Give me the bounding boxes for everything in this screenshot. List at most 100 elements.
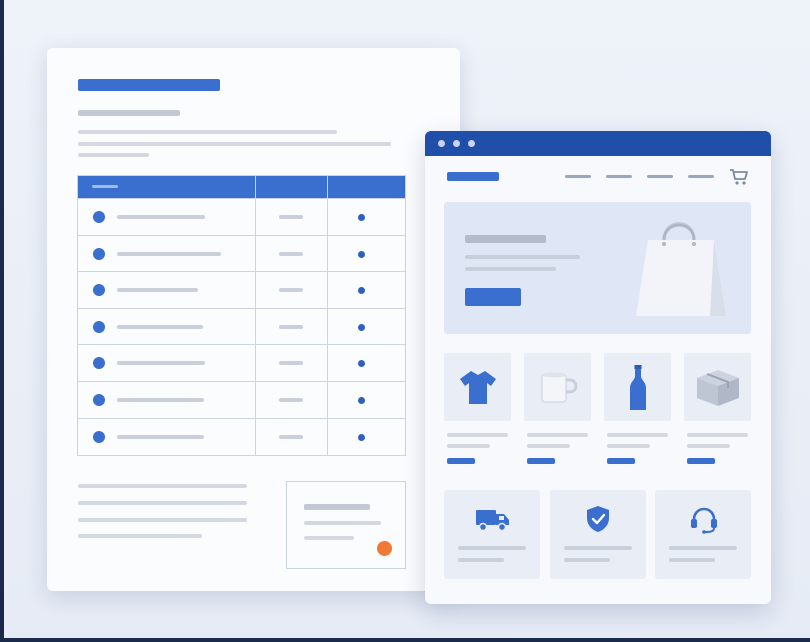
service-card-delivery[interactable]: [444, 490, 540, 579]
row-indicator-dot: [358, 250, 365, 258]
table-row: [78, 198, 405, 235]
product-card[interactable]: [444, 353, 511, 421]
text-line: [78, 153, 149, 157]
text-line: [458, 546, 526, 550]
hero-banner: [444, 202, 751, 334]
mug-icon: [538, 370, 578, 406]
row-text: [117, 288, 198, 293]
service-card-support[interactable]: [655, 490, 751, 579]
text-line: [78, 501, 247, 505]
product-price: [607, 458, 635, 464]
product-price: [447, 458, 475, 464]
text-line: [564, 546, 632, 550]
product-card[interactable]: [684, 353, 751, 421]
document-subtitle-bar: [78, 110, 180, 116]
signature-box: [286, 481, 406, 569]
hero-cta-button[interactable]: [465, 288, 521, 306]
table-row: [78, 271, 405, 308]
row-indicator-dot: [358, 433, 365, 441]
row-status-dot: [93, 320, 105, 333]
text-line: [78, 518, 247, 522]
row-value: [279, 434, 303, 439]
nav-link[interactable]: [565, 175, 591, 178]
document-page: [47, 48, 460, 591]
text-line: [465, 255, 580, 259]
table-row: [78, 417, 405, 455]
row-text: [117, 398, 204, 402]
text-line: [78, 130, 337, 134]
row-status-dot: [93, 394, 105, 406]
box-icon: [695, 368, 741, 408]
nav-link[interactable]: [606, 175, 632, 178]
product-desc: [527, 444, 570, 448]
row-status-dot: [93, 430, 105, 443]
row-status-dot: [93, 247, 105, 260]
stamp-dot: [377, 541, 392, 556]
table-row: [78, 234, 405, 272]
row-text: [117, 324, 203, 329]
text-line: [458, 558, 504, 562]
headset-icon: [689, 506, 719, 534]
row-text: [117, 361, 205, 366]
text-line: [304, 521, 381, 525]
hero-title-bar: [465, 235, 546, 243]
product-desc: [687, 444, 730, 448]
window-titlebar: [425, 131, 771, 156]
document-title-bar: [78, 79, 220, 91]
window-control-dot[interactable]: [453, 140, 460, 147]
row-value: [279, 251, 303, 256]
text-line: [304, 536, 354, 540]
document-table: [77, 175, 406, 456]
text-line: [465, 267, 556, 271]
product-name: [447, 433, 508, 437]
product-name: [687, 433, 748, 437]
text-line: [78, 534, 202, 538]
row-text: [117, 251, 221, 256]
text-line: [669, 558, 715, 562]
product-card[interactable]: [604, 353, 671, 421]
row-status-dot: [93, 357, 105, 370]
product-desc: [447, 444, 490, 448]
window-control-dot[interactable]: [438, 140, 445, 147]
shopping-cart-icon[interactable]: [729, 168, 749, 186]
shopping-bag-icon: [634, 214, 732, 322]
table-row: [78, 307, 405, 345]
illustration-frame: [0, 0, 810, 642]
text-line: [564, 558, 610, 562]
t-shirt-icon: [458, 367, 498, 407]
nav-link[interactable]: [688, 175, 714, 178]
signature-title-bar: [304, 504, 370, 510]
row-indicator-dot: [358, 323, 365, 331]
row-value: [279, 361, 303, 366]
product-price: [687, 458, 715, 464]
browser-window: [425, 131, 771, 604]
shield-check-icon: [586, 505, 610, 533]
row-indicator-dot: [358, 397, 365, 404]
table-header-label: [92, 185, 118, 188]
row-status-dot: [93, 284, 105, 297]
table-row: [78, 381, 405, 418]
row-value: [279, 324, 303, 329]
table-header: [78, 176, 405, 198]
row-indicator-dot: [358, 287, 365, 295]
product-price: [527, 458, 555, 464]
delivery-truck-icon: [475, 507, 511, 533]
row-text: [117, 434, 204, 439]
product-name: [607, 433, 668, 437]
row-value: [279, 398, 303, 402]
product-desc: [607, 444, 650, 448]
row-status-dot: [93, 211, 105, 223]
text-line: [78, 484, 247, 488]
row-indicator-dot: [358, 214, 365, 221]
service-card-security[interactable]: [550, 490, 646, 579]
bottle-icon: [627, 364, 649, 412]
nav-link[interactable]: [647, 175, 673, 178]
row-indicator-dot: [358, 360, 365, 368]
site-logo[interactable]: [447, 172, 499, 181]
row-value: [279, 215, 303, 219]
row-text: [117, 215, 205, 219]
text-line: [669, 546, 737, 550]
row-value: [279, 288, 303, 293]
product-card[interactable]: [524, 353, 591, 421]
window-control-dot[interactable]: [468, 140, 475, 147]
